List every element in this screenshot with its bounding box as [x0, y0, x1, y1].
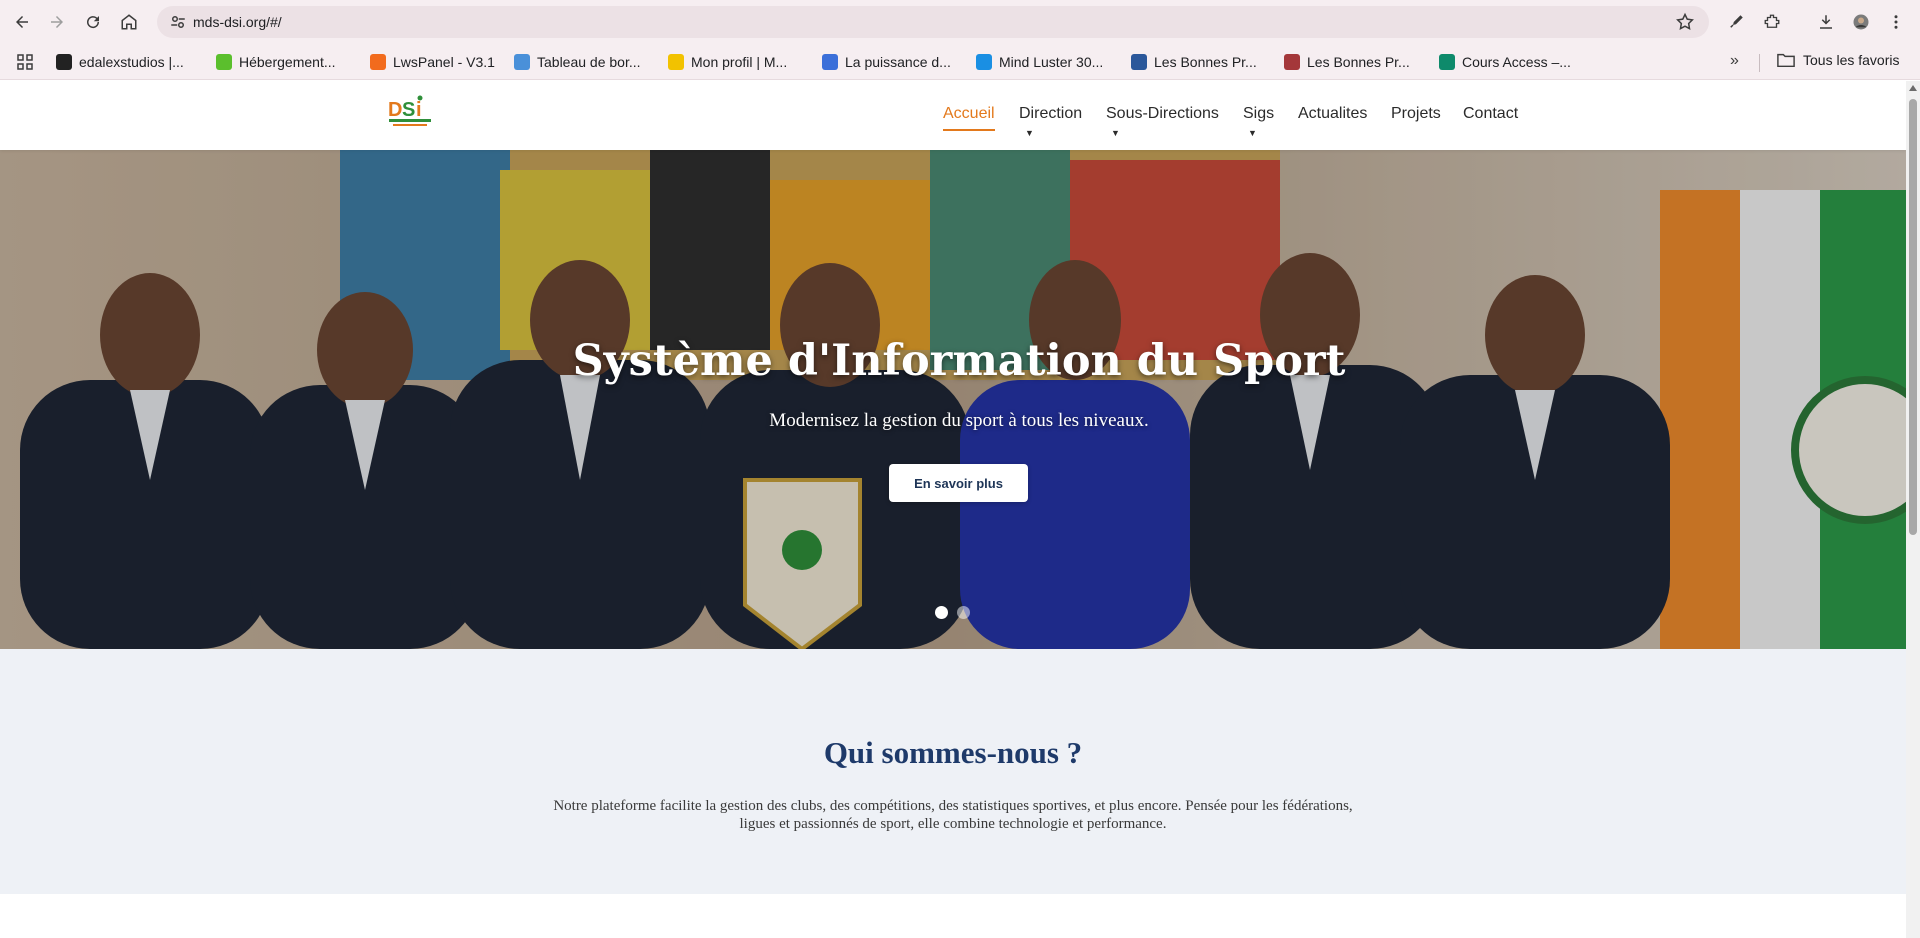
address-bar[interactable]: mds-dsi.org/#/ — [157, 6, 1709, 38]
bookmark-item[interactable]: Les Bonnes Pr... — [1131, 52, 1257, 72]
hero-subtitle: Modernisez la gestion du sport à tous le… — [769, 410, 1149, 431]
reload-icon — [87, 16, 100, 29]
edalex-icon — [56, 54, 72, 70]
hero-title: Système d'Information du Sport — [572, 336, 1346, 386]
nav-item-sigs[interactable]: Sigs — [1243, 105, 1274, 123]
bookmark-item[interactable]: edalexstudios |... — [56, 52, 184, 72]
bookmarks-bar: edalexstudios |... Hébergement... LwsPanel… — [0, 44, 1920, 80]
bookmark-label: LwsPanel - V3.1 — [393, 54, 495, 70]
dashboard-icon — [514, 54, 530, 70]
site-settings-icon[interactable] — [169, 13, 187, 31]
puzzle-icon — [1764, 14, 1780, 28]
page-viewport: D S i Accueil Direction ▼ Sous-Directions ▼ S… — [0, 81, 1906, 938]
apps-grid-icon[interactable] — [17, 54, 33, 70]
about-text: Notre plateforme facilite la gestion des… — [553, 798, 1353, 832]
bookmark-label: Les Bonnes Pr... — [1307, 54, 1410, 70]
extensions-button[interactable] — [1760, 10, 1784, 34]
bookmark-star-icon[interactable] — [1675, 12, 1695, 32]
arrow-right-icon — [51, 16, 63, 28]
dsi-logo[interactable]: D S i — [387, 94, 433, 128]
eyedropper-button[interactable] — [1724, 10, 1748, 34]
bookmark-item[interactable]: Mind Luster 30... — [976, 52, 1103, 72]
more-bookmarks-button[interactable]: » — [1730, 52, 1739, 70]
hero-carousel: Système d'Information du Sport Modernise… — [0, 150, 1906, 649]
access-icon — [1284, 54, 1300, 70]
nav-item-direction[interactable]: Direction — [1019, 105, 1082, 123]
browser-toolbar: mds-dsi.org/#/ — [0, 0, 1920, 44]
all-bookmarks-button[interactable]: Tous les favoris — [1777, 52, 1899, 68]
bookmark-item[interactable]: Mon profil | M... — [668, 52, 787, 72]
carousel-dot[interactable] — [957, 606, 970, 619]
avatar — [1853, 14, 1869, 30]
nav-item-actualites[interactable]: Actualites — [1298, 105, 1367, 123]
url-text: mds-dsi.org/#/ — [193, 14, 282, 30]
reload-button[interactable] — [81, 10, 105, 34]
kebab-menu-icon — [1894, 15, 1898, 29]
svg-text:S: S — [402, 99, 415, 121]
home-icon — [121, 14, 137, 30]
bookmark-label: La puissance d... — [845, 54, 951, 70]
bookmark-item[interactable]: LwsPanel - V3.1 — [370, 52, 495, 72]
hosting-icon — [216, 54, 232, 70]
bookmark-label: Mind Luster 30... — [999, 54, 1104, 70]
profile-icon — [668, 54, 684, 70]
dropdown-caret-icon[interactable]: ▼ — [1248, 128, 1257, 138]
downloads-button[interactable] — [1814, 10, 1838, 34]
bookmark-item[interactable]: Les Bonnes Pr... — [1284, 52, 1410, 72]
pen-icon — [1730, 15, 1743, 28]
scroll-up-arrow[interactable] — [1909, 85, 1917, 91]
forward-button[interactable] — [45, 10, 69, 34]
course-icon — [1439, 54, 1455, 70]
all-bookmarks-label: Tous les favoris — [1803, 52, 1900, 68]
site-header: D S i Accueil Direction ▼ Sous-Directions ▼ S… — [0, 81, 1906, 150]
folder-icon — [1777, 53, 1795, 68]
mindluster-icon — [976, 54, 992, 70]
bookmark-item[interactable]: Hébergement... — [216, 52, 336, 72]
about-section: Qui sommes-nous ? Notre plateforme facil… — [0, 649, 1906, 894]
scrollbar-thumb[interactable] — [1909, 99, 1917, 535]
profile-button[interactable] — [1849, 10, 1873, 34]
bookmark-label: edalexstudios |... — [79, 54, 184, 70]
bookmark-label: Les Bonnes Pr... — [1154, 54, 1257, 70]
active-nav-underline — [943, 129, 995, 131]
download-icon — [1820, 15, 1832, 29]
bookmark-item[interactable]: Cours Access –... — [1439, 52, 1571, 72]
arrow-left-icon — [16, 16, 28, 28]
article-icon — [822, 54, 838, 70]
menu-button[interactable] — [1884, 10, 1908, 34]
svg-text:i: i — [416, 99, 422, 121]
svg-text:D: D — [388, 99, 402, 121]
nav-item-sous-directions[interactable]: Sous-Directions — [1106, 105, 1219, 123]
home-button[interactable] — [117, 10, 141, 34]
about-title: Qui sommes-nous ? — [823, 735, 1083, 770]
hero-overlay — [0, 150, 1906, 649]
bookmark-label: Cours Access –... — [1462, 54, 1571, 70]
back-button[interactable] — [10, 10, 34, 34]
word-icon — [1131, 54, 1147, 70]
dropdown-caret-icon[interactable]: ▼ — [1111, 128, 1120, 138]
bookmark-item[interactable]: La puissance d... — [822, 52, 951, 72]
bookmark-item[interactable]: Tableau de bor... — [514, 52, 641, 72]
page-scrollbar[interactable] — [1906, 81, 1920, 938]
nav-item-contact[interactable]: Contact — [1463, 105, 1518, 123]
bookmarks-divider — [1759, 54, 1760, 72]
bookmark-label: Mon profil | M... — [691, 54, 788, 70]
carousel-dot[interactable] — [935, 606, 948, 619]
bookmark-label: Tableau de bor... — [537, 54, 641, 70]
lws-icon — [370, 54, 386, 70]
nav-item-accueil[interactable]: Accueil — [943, 105, 995, 123]
dropdown-caret-icon[interactable]: ▼ — [1025, 128, 1034, 138]
learn-more-button[interactable]: En savoir plus — [889, 464, 1028, 502]
bookmark-label: Hébergement... — [239, 54, 336, 70]
nav-item-projets[interactable]: Projets — [1391, 105, 1441, 123]
